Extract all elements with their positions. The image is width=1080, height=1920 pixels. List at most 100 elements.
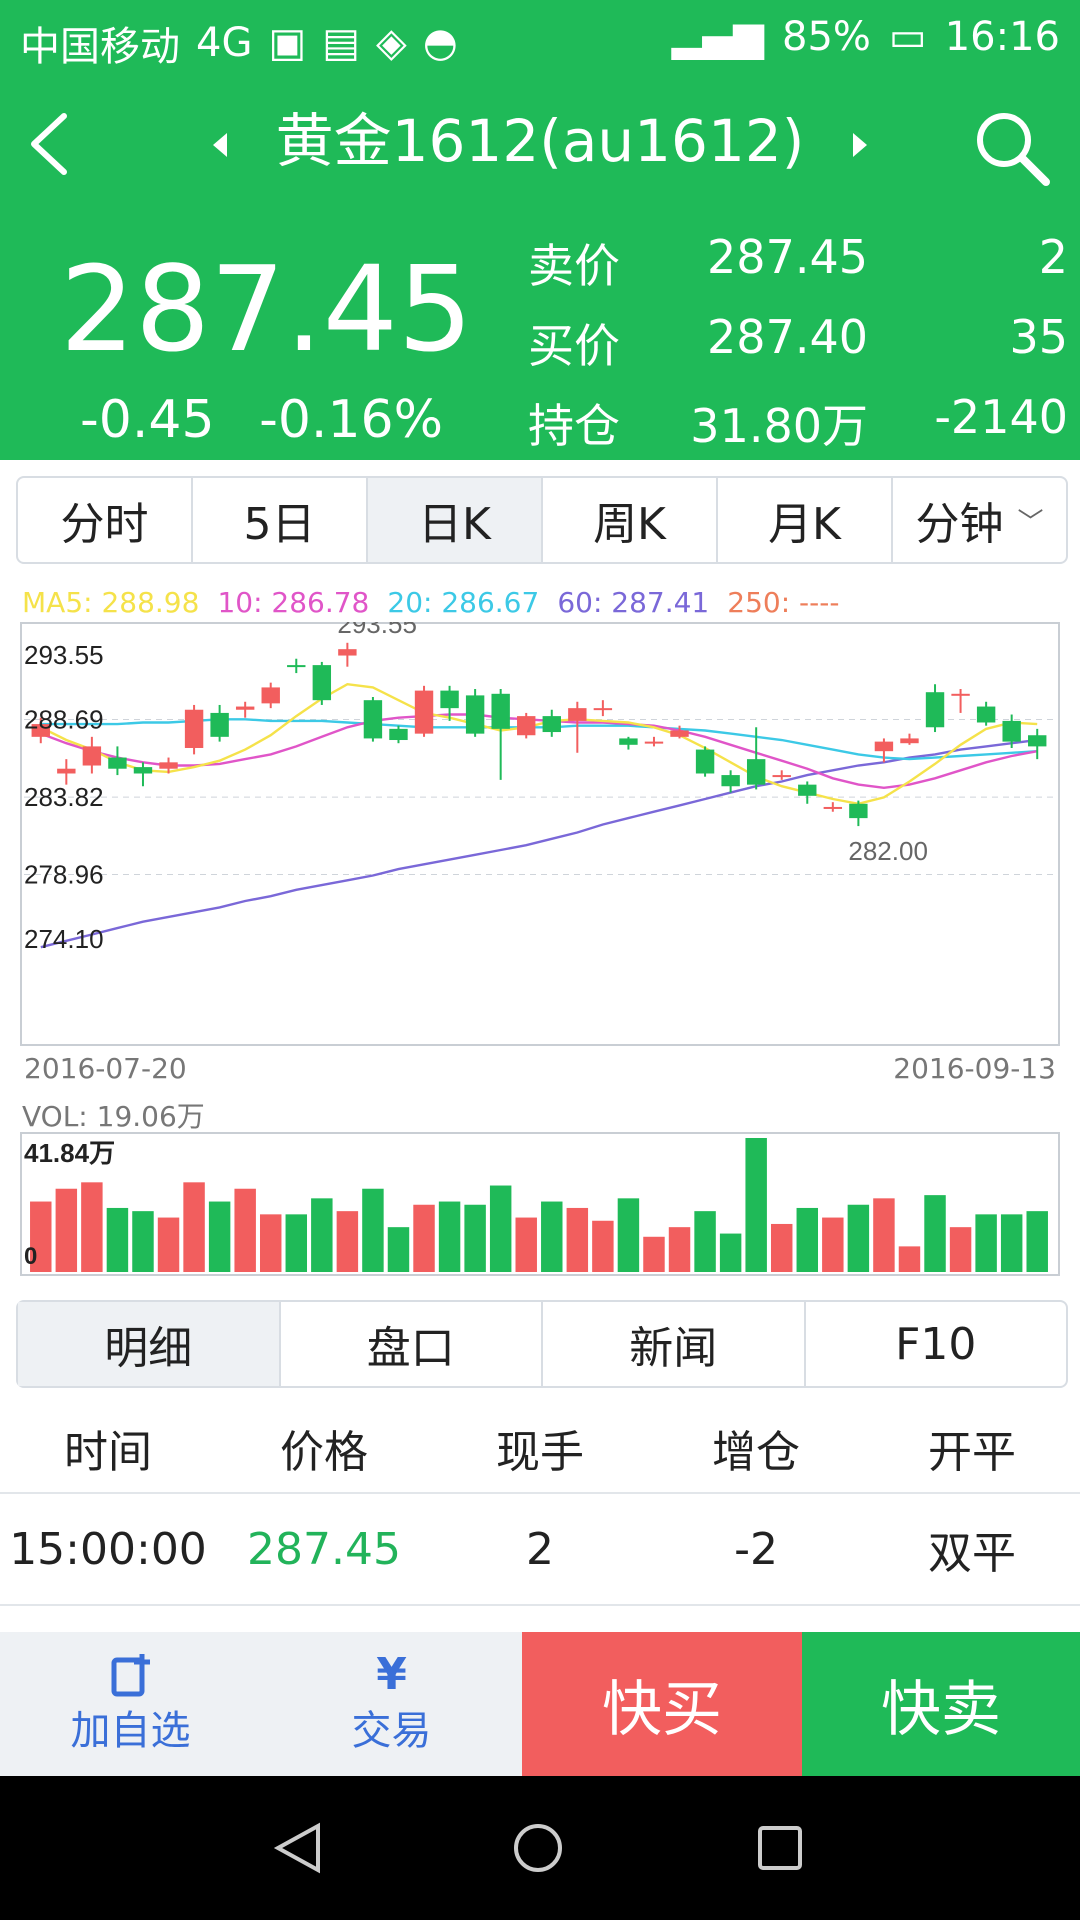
volume-bar bbox=[796, 1207, 819, 1272]
search-icon[interactable] bbox=[966, 102, 1056, 192]
chevron-down-icon: ﹀ bbox=[1017, 507, 1044, 538]
volume-bar bbox=[668, 1227, 691, 1272]
signal-icon: ▂▄▆ bbox=[671, 14, 765, 60]
cell-price: 287.45 bbox=[247, 1523, 401, 1575]
add-watchlist-button[interactable]: 加自选 bbox=[0, 1632, 261, 1776]
tab-f10[interactable]: F10 bbox=[806, 1302, 1067, 1386]
volume-bar bbox=[311, 1198, 333, 1272]
ma-legend: MA5: 288.98 10: 286.78 20: 286.67 60: 28… bbox=[22, 586, 839, 619]
volume-bar bbox=[438, 1201, 461, 1272]
candle-body bbox=[133, 767, 153, 774]
ask-price: 287.45 bbox=[707, 230, 868, 284]
start-date: 2016-07-20 bbox=[24, 1052, 187, 1085]
candle-body bbox=[491, 693, 510, 729]
candle-body bbox=[414, 690, 434, 734]
instrument-title-bar: 黄金1612(au1612) bbox=[0, 94, 1080, 178]
candle-body bbox=[287, 665, 306, 668]
candle bbox=[465, 689, 485, 737]
volume-bar bbox=[515, 1217, 537, 1272]
clock: 16:16 bbox=[944, 14, 1060, 60]
quick-buy-button[interactable]: 快买 bbox=[522, 1632, 802, 1776]
detail-tabs: 明细 盘口 新闻 F10 bbox=[16, 1300, 1068, 1388]
volume-bar bbox=[949, 1227, 972, 1272]
candle-body bbox=[517, 716, 536, 736]
nav-back-icon[interactable] bbox=[272, 1822, 324, 1874]
volume-bar bbox=[566, 1207, 589, 1272]
table-row: 15:00:00 287.45 2 -2 双平 bbox=[0, 1494, 1080, 1606]
add-watchlist-label: 加自选 bbox=[70, 1708, 191, 1754]
candle-body bbox=[849, 803, 868, 819]
tab-daily-k[interactable]: 日K bbox=[368, 478, 543, 562]
candle-body bbox=[389, 728, 408, 741]
candle-body bbox=[772, 775, 791, 778]
tab-intraday[interactable]: 分时 bbox=[18, 478, 193, 562]
tab-details[interactable]: 明细 bbox=[18, 1302, 281, 1386]
tab-minute[interactable]: 分钟 ﹀ bbox=[893, 478, 1066, 562]
previous-instrument-icon[interactable] bbox=[213, 132, 228, 157]
y-axis-tick-label: 283.82 bbox=[24, 782, 104, 812]
tab-5day[interactable]: 5日 bbox=[193, 478, 368, 562]
volume-chart[interactable]: 41.84万 0 bbox=[20, 1132, 1060, 1276]
candle bbox=[517, 712, 536, 739]
volume-bar bbox=[106, 1207, 129, 1272]
tab-orderbook[interactable]: 盘口 bbox=[281, 1302, 543, 1386]
y-axis-tick-label: 274.10 bbox=[24, 924, 104, 954]
candle-body bbox=[746, 759, 766, 785]
tab-monthly-k[interactable]: 月K bbox=[718, 478, 893, 562]
bottom-action-bar: 加自选 ¥ 交易 快买 快卖 bbox=[0, 1632, 1080, 1776]
tab-news[interactable]: 新闻 bbox=[543, 1302, 806, 1386]
shield-icon: ◈ bbox=[376, 20, 407, 66]
quote-header: 黄金1612(au1612) 287.45 -0.45 -0.16% 卖价 28… bbox=[0, 80, 1080, 460]
open-interest-value: 31.80万 bbox=[690, 399, 868, 453]
nav-home-icon[interactable] bbox=[512, 1822, 564, 1874]
candle-body bbox=[440, 690, 459, 709]
status-bar: 中国移动 4G ▣ ▤ ◈ ◓ ▂▄▆ 85% ▭ 16:16 bbox=[0, 0, 1080, 80]
kline-chart[interactable]: 293.55 288.69 283.82 278.96 274.10 293.55 28… bbox=[20, 622, 1060, 1046]
candle-body bbox=[312, 665, 332, 701]
candle-body bbox=[235, 706, 255, 710]
candle-body bbox=[1002, 720, 1021, 742]
trade-button[interactable]: ¥ 交易 bbox=[261, 1632, 522, 1776]
candle-body bbox=[108, 757, 127, 769]
volume-bar bbox=[745, 1138, 767, 1272]
tab-weekly-k[interactable]: 周K bbox=[543, 478, 718, 562]
bid-price: 287.40 bbox=[707, 310, 868, 364]
volume-bar bbox=[157, 1217, 180, 1272]
volume-bar bbox=[822, 1217, 844, 1272]
volume-bar bbox=[873, 1198, 895, 1272]
candle-body bbox=[82, 746, 102, 766]
cell-oi-change: -2 bbox=[734, 1523, 778, 1575]
system-nav-bar bbox=[0, 1776, 1080, 1920]
candle-body bbox=[695, 749, 715, 774]
volume-bar bbox=[898, 1246, 921, 1272]
volume-bar bbox=[1026, 1211, 1048, 1272]
cell-open-close: 双平 bbox=[928, 1528, 1016, 1579]
candle-body bbox=[159, 762, 178, 769]
ma10-legend: 10: 286.78 bbox=[217, 586, 370, 619]
volume-label: VOL: 19.06万 bbox=[22, 1100, 205, 1133]
volume-bar bbox=[285, 1214, 308, 1272]
candle-body bbox=[465, 695, 485, 734]
volume-bar bbox=[132, 1211, 154, 1272]
image-icon: ▣ bbox=[268, 20, 307, 66]
yen-icon: ¥ bbox=[376, 1649, 407, 1700]
android-icon: ◓ bbox=[422, 20, 458, 66]
volume-bar bbox=[541, 1201, 563, 1272]
y-axis-tick-label: 293.55 bbox=[24, 640, 104, 670]
nav-recents-icon[interactable] bbox=[754, 1822, 806, 1874]
bid-row: 买价 287.40 35 bbox=[528, 310, 1068, 373]
open-interest-row: 持仓 31.80万 -2140 bbox=[528, 390, 1068, 453]
candle-body bbox=[874, 741, 894, 752]
last-price: 287.45 bbox=[60, 240, 473, 378]
cell-volume: 2 bbox=[526, 1523, 554, 1575]
next-instrument-icon[interactable] bbox=[852, 132, 867, 157]
trades-table-header: 时间 价格 现手 增仓 开平 bbox=[0, 1404, 1080, 1494]
candle-body bbox=[338, 649, 357, 656]
ma20-legend: 20: 286.67 bbox=[387, 586, 540, 619]
volume-zero-label: 0 bbox=[24, 1243, 37, 1270]
candle bbox=[184, 704, 204, 755]
change-percent: -0.16% bbox=[259, 390, 444, 450]
quick-sell-button[interactable]: 快卖 bbox=[802, 1632, 1080, 1776]
volume-bar bbox=[464, 1204, 486, 1272]
volume-bar bbox=[975, 1214, 997, 1272]
